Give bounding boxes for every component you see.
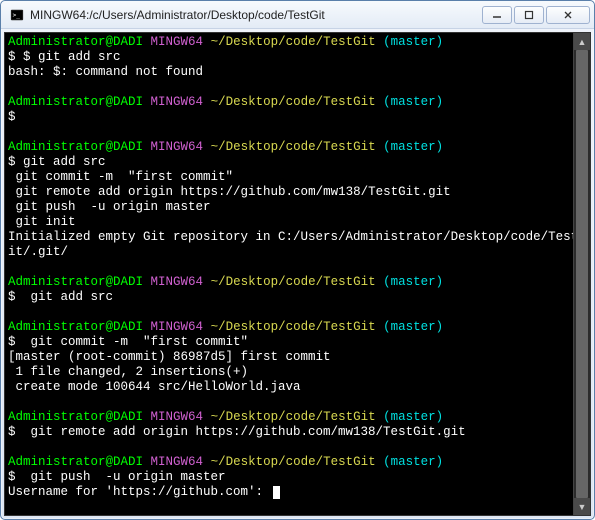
scroll-down-button[interactable]: ▼ <box>574 498 590 515</box>
blank-line <box>8 305 587 320</box>
scroll-up-button[interactable]: ▲ <box>574 33 590 50</box>
app-icon: >_ <box>9 7 25 23</box>
prompt-line: Administrator@DADI MINGW64 ~/Desktop/cod… <box>8 275 587 290</box>
output-line: create mode 100644 src/HelloWorld.java <box>8 380 587 395</box>
blank-line <box>8 260 587 275</box>
output-line: Initialized empty Git repository in C:/U… <box>8 230 587 260</box>
output-line: git remote add origin https://github.com… <box>8 185 587 200</box>
output-line: $ <box>8 110 587 125</box>
svg-text:>_: >_ <box>13 11 21 18</box>
output-line: Username for 'https://github.com': <box>8 485 587 500</box>
window-frame: >_ MINGW64:/c/Users/Administrator/Deskto… <box>0 0 595 520</box>
output-line: git push -u origin master <box>8 200 587 215</box>
window-controls <box>482 6 590 24</box>
output-line: $ git commit -m "first commit" <box>8 335 587 350</box>
blank-line <box>8 125 587 140</box>
titlebar[interactable]: >_ MINGW64:/c/Users/Administrator/Deskto… <box>1 1 594 29</box>
cursor <box>273 486 280 499</box>
prompt-line: Administrator@DADI MINGW64 ~/Desktop/cod… <box>8 455 587 470</box>
window-title: MINGW64:/c/Users/Administrator/Desktop/c… <box>30 8 482 22</box>
maximize-button[interactable] <box>514 6 544 24</box>
blank-line <box>8 395 587 410</box>
prompt-line: Administrator@DADI MINGW64 ~/Desktop/cod… <box>8 95 587 110</box>
output-line: [master (root-commit) 86987d5] first com… <box>8 350 587 365</box>
prompt-line: Administrator@DADI MINGW64 ~/Desktop/cod… <box>8 35 587 50</box>
output-line: git commit -m "first commit" <box>8 170 587 185</box>
minimize-button[interactable] <box>482 6 512 24</box>
blank-line <box>8 440 587 455</box>
terminal-output[interactable]: Administrator@DADI MINGW64 ~/Desktop/cod… <box>5 33 590 515</box>
prompt-line: Administrator@DADI MINGW64 ~/Desktop/cod… <box>8 140 587 155</box>
output-line: $ git add src <box>8 155 587 170</box>
blank-line <box>8 80 587 95</box>
close-button[interactable] <box>546 6 590 24</box>
prompt-line: Administrator@DADI MINGW64 ~/Desktop/cod… <box>8 320 587 335</box>
scroll-thumb[interactable] <box>576 50 588 498</box>
scrollbar: ▲ ▼ <box>573 33 590 515</box>
output-line: bash: $: command not found <box>8 65 587 80</box>
terminal-area: Administrator@DADI MINGW64 ~/Desktop/cod… <box>4 32 591 516</box>
prompt-line: Administrator@DADI MINGW64 ~/Desktop/cod… <box>8 410 587 425</box>
scroll-track[interactable] <box>574 50 590 498</box>
output-line: $ $ git add src <box>8 50 587 65</box>
output-line: 1 file changed, 2 insertions(+) <box>8 365 587 380</box>
output-line: $ git remote add origin https://github.c… <box>8 425 587 440</box>
output-line: git init <box>8 215 587 230</box>
output-line: $ git add src <box>8 290 587 305</box>
output-line: $ git push -u origin master <box>8 470 587 485</box>
